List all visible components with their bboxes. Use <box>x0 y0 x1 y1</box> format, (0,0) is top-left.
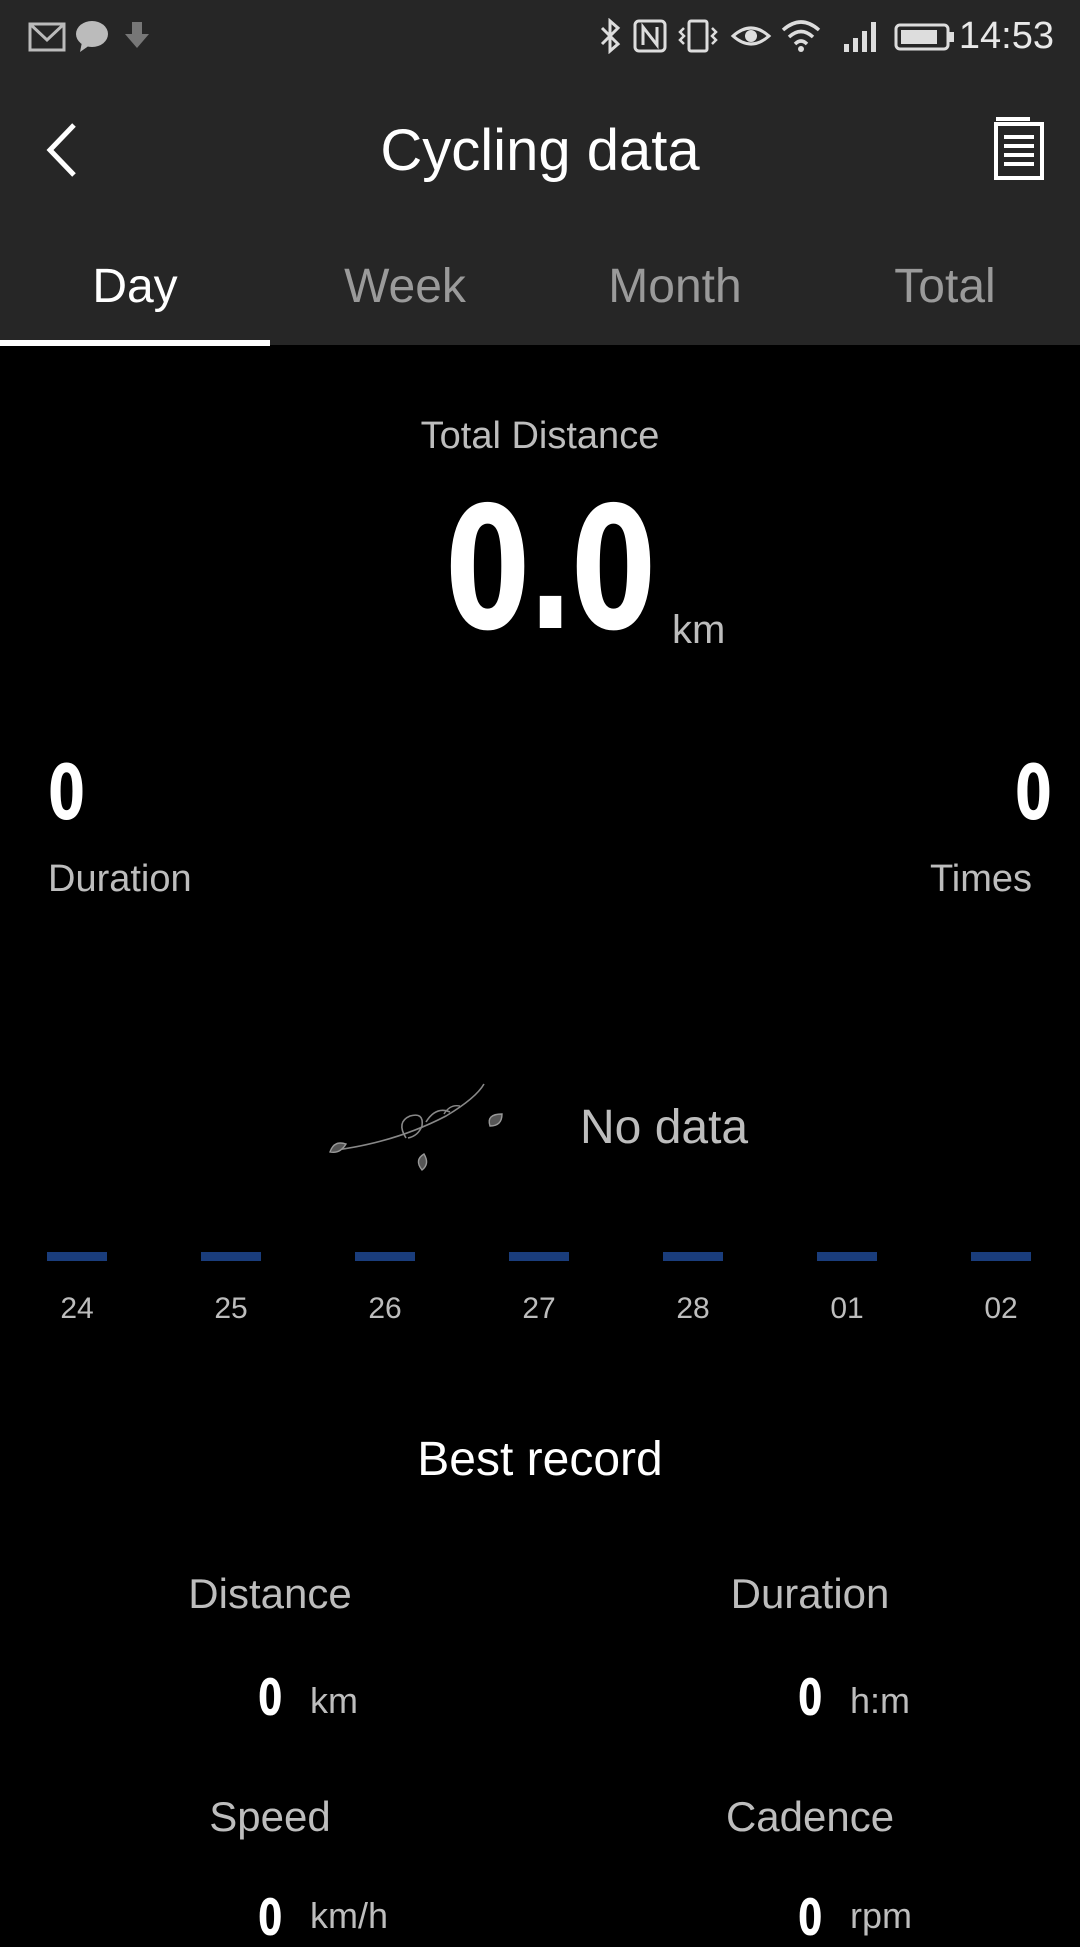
times-label: Times <box>929 858 1032 900</box>
total-distance-unit: km <box>672 608 726 652</box>
tab-month[interactable]: Month <box>540 225 810 345</box>
vibrate-icon <box>678 19 718 53</box>
best-cadence-value: 0 <box>798 1889 823 1947</box>
page-title: Cycling data <box>380 118 700 183</box>
chart-bar-24 <box>47 1252 107 1261</box>
best-speed-label: Speed <box>209 1793 331 1840</box>
chat-bubble-icon <box>76 21 108 52</box>
day-label: 02 <box>984 1292 1018 1325</box>
best-distance-unit: km <box>310 1680 358 1721</box>
active-tab-indicator <box>0 340 270 346</box>
best-cadence-unit: rpm <box>850 1895 912 1936</box>
day-label: 27 <box>522 1292 556 1325</box>
best-distance-label: Distance <box>188 1570 352 1617</box>
best-duration-value: 0 <box>798 1669 823 1727</box>
battery-icon <box>894 23 954 51</box>
day-label: 28 <box>676 1292 710 1325</box>
best-duration-label: Duration <box>730 1570 890 1617</box>
day-label: 25 <box>214 1292 248 1325</box>
nfc-icon <box>633 19 667 53</box>
tab-total[interactable]: Total <box>810 225 1080 345</box>
chart-bar-01 <box>817 1252 877 1261</box>
eye-icon <box>730 26 772 46</box>
period-tabs: Day Week Month Total <box>0 225 1080 345</box>
chart-bar-02 <box>971 1252 1031 1261</box>
download-icon <box>125 22 149 48</box>
total-distance-value: 0.0 <box>445 471 656 669</box>
clock: 14:53 <box>958 15 1054 57</box>
no-data-text: No data <box>580 1101 749 1154</box>
tab-week[interactable]: Week <box>270 225 540 345</box>
wifi-icon <box>781 20 821 52</box>
best-speed-value: 0 <box>258 1889 283 1947</box>
chart-bar-28 <box>663 1252 723 1261</box>
report-button[interactable] <box>982 113 1052 187</box>
best-duration-unit: h:m <box>850 1680 911 1721</box>
app-bar: Cycling data <box>0 75 1080 225</box>
no-data-leaf-icon <box>329 1083 503 1171</box>
status-bar: 14:53 <box>0 0 1080 75</box>
duration-label: Duration <box>48 858 192 900</box>
best-distance-value: 0 <box>258 1669 283 1727</box>
duration-value: 0 <box>48 748 86 837</box>
chart-bar-26 <box>355 1252 415 1261</box>
times-value: 0 <box>1014 748 1052 837</box>
day-label: 01 <box>830 1292 864 1325</box>
day-label: 26 <box>368 1292 402 1325</box>
best-cadence-label: Cadence <box>725 1793 895 1840</box>
total-distance-label: Total Distance <box>420 415 660 457</box>
gmail-icon <box>28 22 66 52</box>
bluetooth-icon <box>600 18 621 54</box>
best-speed-unit: km/h <box>310 1895 389 1936</box>
signal-icon <box>844 22 876 52</box>
chart-bar-25 <box>201 1252 261 1261</box>
best-record-title: Best record <box>417 1433 663 1486</box>
chart-bar-27 <box>509 1252 569 1261</box>
day-label: 24 <box>60 1292 94 1325</box>
tab-day[interactable]: Day <box>0 225 270 345</box>
document-icon <box>994 117 1044 180</box>
